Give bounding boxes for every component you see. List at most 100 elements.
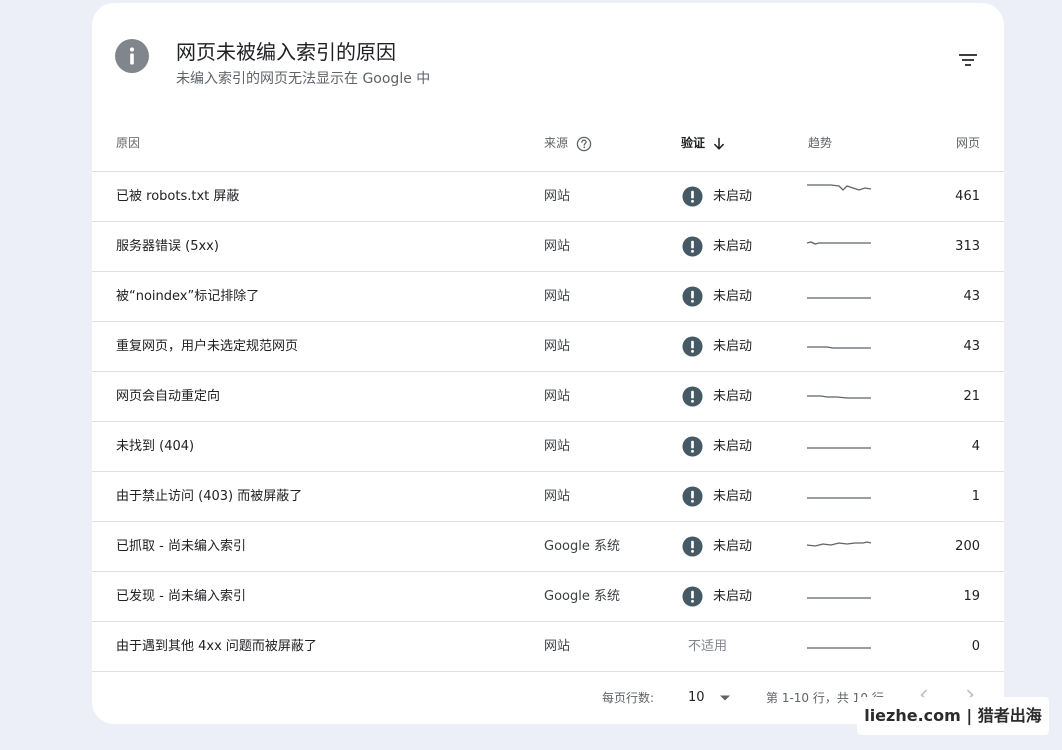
rows-per-page-value: 10 — [688, 690, 705, 705]
pages-count: 200 — [955, 539, 980, 554]
source-cell: 网站 — [544, 639, 571, 654]
pages-count: 43 — [963, 339, 980, 354]
trend-sparkline — [807, 522, 873, 571]
column-header-trend: 趋势 — [808, 136, 833, 150]
validation-cell: 未启动 — [682, 172, 752, 221]
exclamation-circle-icon — [682, 386, 703, 407]
table-body: 已被 robots.txt 屏蔽 网站 未启动 461 服务器错误 (5xx) … — [92, 172, 1004, 672]
table-row[interactable]: 未找到 (404) 网站 未启动 4 — [92, 422, 1004, 472]
table-row[interactable]: 由于禁止访问 (403) 而被屏蔽了 网站 未启动 1 — [92, 472, 1004, 522]
validation-cell: 未启动 — [682, 522, 752, 571]
exclamation-circle-icon — [682, 286, 703, 307]
validation-status: 未启动 — [713, 389, 753, 404]
table-row[interactable]: 已被 robots.txt 屏蔽 网站 未启动 461 — [92, 172, 1004, 222]
pages-count: 1 — [971, 489, 980, 504]
card-title: 网页未被编入索引的原因 — [176, 40, 396, 64]
trend-sparkline — [807, 622, 873, 671]
table-row[interactable]: 已抓取 - 尚未编入索引 Google 系统 未启动 200 — [92, 522, 1004, 572]
trend-sparkline — [807, 322, 873, 371]
validation-cell: 未启动 — [682, 372, 752, 421]
validation-status: 未启动 — [713, 289, 753, 304]
exclamation-circle-icon — [682, 236, 703, 257]
table-row[interactable]: 被“noindex”标记排除了 网站 未启动 43 — [92, 272, 1004, 322]
validation-cell: 未启动 — [682, 472, 752, 521]
pages-count: 43 — [963, 289, 980, 304]
table-header: 原因 来源 验证 趋势 网页 — [92, 116, 1004, 172]
reason-cell: 网页会自动重定向 — [116, 389, 221, 404]
exclamation-circle-icon — [682, 436, 703, 457]
column-header-validation[interactable]: 验证 — [681, 116, 725, 171]
validation-status: 未启动 — [713, 339, 753, 354]
source-cell: 网站 — [544, 239, 571, 254]
card-header: 网页未被编入索引的原因 未编入索引的网页无法显示在 Google 中 — [92, 3, 1004, 113]
reason-cell: 被“noindex”标记排除了 — [116, 289, 260, 304]
validation-status: 不适用 — [688, 639, 728, 654]
validation-cell: 未启动 — [682, 322, 752, 371]
card-subtitle: 未编入索引的网页无法显示在 Google 中 — [176, 71, 431, 87]
source-cell: 网站 — [544, 289, 571, 304]
pages-count: 313 — [955, 239, 980, 254]
source-cell: 网站 — [544, 189, 571, 204]
validation-cell: 未启动 — [682, 222, 752, 271]
table-row[interactable]: 服务器错误 (5xx) 网站 未启动 313 — [92, 222, 1004, 272]
trend-sparkline — [807, 172, 873, 221]
trend-sparkline — [807, 272, 873, 321]
watermark: liezhe.com | 猎者出海 — [857, 697, 1049, 735]
table-row[interactable]: 网页会自动重定向 网站 未启动 21 — [92, 372, 1004, 422]
filter-icon[interactable] — [954, 47, 982, 73]
source-cell: 网站 — [544, 489, 571, 504]
validation-status: 未启动 — [713, 439, 753, 454]
trend-sparkline — [807, 372, 873, 421]
rows-per-page-label: 每页行数: — [602, 691, 655, 705]
validation-status: 未启动 — [713, 489, 753, 504]
exclamation-circle-icon — [682, 336, 703, 357]
source-cell: Google 系统 — [544, 539, 620, 554]
reason-cell: 已抓取 - 尚未编入索引 — [116, 539, 246, 554]
validation-status: 未启动 — [713, 539, 753, 554]
column-header-source-label: 来源 — [544, 136, 569, 150]
caret-down-icon — [719, 695, 730, 701]
trend-sparkline — [807, 422, 873, 471]
column-header-source[interactable]: 来源 — [544, 116, 592, 171]
table-row[interactable]: 由于遇到其他 4xx 问题而被屏蔽了 网站 不适用 0 — [92, 622, 1004, 672]
reason-cell: 由于禁止访问 (403) 而被屏蔽了 — [116, 489, 303, 504]
validation-status: 未启动 — [713, 239, 753, 254]
exclamation-circle-icon — [682, 586, 703, 607]
reason-cell: 重复网页，用户未选定规范网页 — [116, 339, 299, 354]
table-row[interactable]: 重复网页，用户未选定规范网页 网站 未启动 43 — [92, 322, 1004, 372]
pages-count: 21 — [963, 389, 980, 404]
column-header-pages[interactable]: 网页 — [956, 116, 980, 171]
source-cell: Google 系统 — [544, 589, 620, 604]
validation-status: 未启动 — [713, 189, 753, 204]
pages-count: 4 — [971, 439, 980, 454]
reason-cell: 由于遇到其他 4xx 问题而被屏蔽了 — [116, 639, 317, 654]
reason-cell: 已发现 - 尚未编入索引 — [116, 589, 246, 604]
table-row[interactable]: 已发现 - 尚未编入索引 Google 系统 未启动 19 — [92, 572, 1004, 622]
validation-cell: 未启动 — [682, 272, 752, 321]
pages-count: 0 — [971, 639, 980, 654]
exclamation-circle-icon — [682, 486, 703, 507]
exclamation-circle-icon — [682, 536, 703, 557]
validation-status: 未启动 — [713, 589, 753, 604]
column-header-validation-label: 验证 — [681, 136, 706, 150]
reason-cell: 未找到 (404) — [116, 439, 195, 454]
rows-per-page-select[interactable]: 10 — [688, 673, 731, 723]
trend-sparkline — [807, 222, 873, 271]
validation-cell: 未启动 — [682, 422, 752, 471]
trend-sparkline — [807, 572, 873, 621]
validation-cell: 不适用 — [688, 622, 727, 671]
exclamation-circle-icon — [682, 186, 703, 207]
pages-count: 19 — [963, 589, 980, 604]
reason-cell: 服务器错误 (5xx) — [116, 239, 219, 254]
column-header-reason[interactable]: 原因 — [116, 116, 140, 171]
arrow-down-icon — [714, 137, 724, 150]
source-cell: 网站 — [544, 389, 571, 404]
issues-card: 网页未被编入索引的原因 未编入索引的网页无法显示在 Google 中 原因 来源… — [92, 3, 1004, 724]
validation-cell: 未启动 — [682, 572, 752, 621]
pages-count: 461 — [955, 189, 980, 204]
reason-cell: 已被 robots.txt 屏蔽 — [116, 189, 240, 204]
help-circle-icon[interactable] — [576, 136, 592, 152]
source-cell: 网站 — [544, 439, 571, 454]
info-icon — [115, 39, 149, 73]
source-cell: 网站 — [544, 339, 571, 354]
